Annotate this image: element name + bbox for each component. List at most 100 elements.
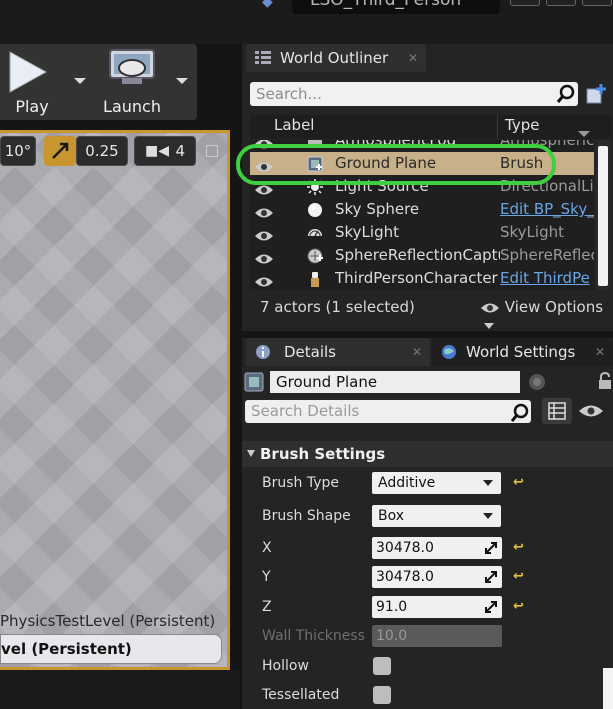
scale-snap-value[interactable]: 0.25	[76, 136, 128, 166]
search-icon[interactable]	[510, 403, 530, 423]
reset-to-default-icon[interactable]: ↩	[513, 540, 524, 555]
tessellated-checkbox[interactable]	[373, 686, 391, 704]
visibility-eye-icon[interactable]	[254, 207, 274, 219]
brush-settings-section[interactable]: Brush Settings	[242, 441, 613, 467]
tab-label: World Settings	[466, 343, 576, 361]
actor-name: SkyLight	[335, 223, 399, 241]
outliner-scroll-thumb[interactable]	[598, 146, 608, 286]
play-icon	[9, 51, 48, 93]
character-icon	[311, 272, 319, 287]
y-field[interactable]: 30478.0	[372, 566, 502, 588]
drag-handle-icon	[485, 542, 497, 554]
help-icon[interactable]	[528, 373, 546, 391]
launch-icon	[109, 49, 155, 84]
reset-to-default-icon[interactable]: ↩	[513, 569, 524, 584]
actor-type-link[interactable]: Edit BP_Sky_	[500, 198, 594, 221]
rotation-snap-value[interactable]: 10°	[0, 136, 36, 166]
hollow-label: Hollow	[262, 658, 309, 674]
brush-icon	[244, 372, 264, 392]
chevron-down-icon	[483, 513, 493, 519]
wall-thickness-label: Wall Thickness	[262, 628, 365, 644]
collapse-triangle-icon	[247, 450, 255, 457]
visibility-eye-icon[interactable]	[254, 276, 274, 288]
reset-to-default-icon[interactable]: ↩	[513, 599, 524, 614]
drag-handle-icon	[485, 601, 497, 613]
z-field[interactable]: 91.0	[372, 596, 502, 618]
tab-label: World Outliner	[280, 49, 389, 67]
current-level-indicator[interactable]: vel (Persistent)	[0, 634, 222, 664]
actor-type-link[interactable]: Edit ThirdPe	[500, 267, 594, 290]
close-icon[interactable]: ✕	[412, 338, 422, 366]
visibility-eye-icon[interactable]	[254, 184, 274, 196]
launch-dropdown-icon[interactable]	[176, 78, 188, 84]
details-scrollbar[interactable]	[603, 668, 613, 709]
view-options-label: View Options	[504, 298, 604, 316]
tessellated-label: Tessellated	[262, 687, 340, 703]
close-window-button[interactable]	[582, 0, 612, 6]
brush-shape-value: Box	[378, 508, 405, 524]
search-icon[interactable]	[556, 84, 576, 104]
view-options-button[interactable]: View Options	[480, 298, 613, 334]
x-label: X	[262, 540, 272, 556]
y-label: Y	[262, 569, 271, 585]
launch-button[interactable]: Launch	[96, 44, 168, 120]
chevron-down-icon	[484, 322, 494, 329]
details-search-input[interactable]: Search Details	[245, 400, 531, 423]
minimize-button[interactable]	[510, 0, 540, 6]
selection-highlight-annotation	[236, 144, 556, 185]
visibility-eye-icon[interactable]	[254, 230, 274, 242]
hollow-checkbox[interactable]	[373, 657, 391, 675]
play-label: Play	[15, 97, 49, 116]
outliner-row[interactable]: ThirdPersonCharacter Edit ThirdPe	[250, 267, 594, 290]
wall-thickness-field: 10.0	[372, 625, 502, 647]
level-title-tab[interactable]: LSO_Third_Person	[292, 0, 500, 14]
camera-speed-button[interactable]: ■◀ 4	[134, 136, 196, 166]
main-toolbar: Play Launch	[0, 44, 197, 120]
viewport-bottom-bar	[0, 670, 240, 709]
actor-type: SphereReflect	[500, 246, 594, 264]
app-menu-icon[interactable]: ◆	[262, 0, 273, 10]
section-title: Brush Settings	[260, 445, 386, 463]
chevron-down-icon	[483, 480, 493, 486]
outliner-row[interactable]: Sky Sphere Edit BP_Sky_	[250, 198, 594, 221]
sphere-icon	[308, 203, 322, 217]
eye-icon[interactable]	[578, 404, 604, 418]
maximize-viewport-icon[interactable]	[206, 145, 218, 157]
outliner-row[interactable]: SkyLight SkyLight	[250, 221, 594, 244]
info-icon	[256, 345, 270, 359]
window-controls	[508, 0, 613, 6]
close-icon[interactable]: ✕	[595, 338, 605, 366]
viewport-snap-controls: 10° 0.25 ■◀ 4	[0, 136, 230, 166]
outliner-column-header: Label Type	[250, 115, 612, 139]
brush-type-select[interactable]: Additive	[372, 472, 501, 494]
x-field[interactable]: 30478.0	[372, 537, 502, 559]
label-column-header[interactable]: Label	[274, 116, 314, 134]
play-button[interactable]: Play	[0, 44, 64, 120]
visibility-toggle[interactable]	[254, 272, 274, 290]
actor-name: SphereReflectionCapture	[335, 246, 500, 264]
visibility-eye-icon[interactable]	[254, 253, 274, 265]
scale-snap-toggle[interactable]	[44, 136, 76, 166]
play-dropdown-icon[interactable]	[74, 78, 86, 84]
reflection-icon	[307, 248, 323, 264]
level-viewport[interactable]	[0, 130, 230, 670]
property-matrix-icon[interactable]	[542, 398, 572, 424]
sort-icon	[578, 131, 590, 137]
outliner-row[interactable]: SphereReflectionCaptureSphereReflect	[250, 244, 594, 267]
z-value: 91.0	[376, 599, 408, 615]
actor-name-field[interactable]: Ground Plane	[270, 371, 520, 393]
add-actor-icon[interactable]	[584, 82, 608, 106]
tab-world-settings[interactable]: World Settings ✕	[432, 338, 613, 366]
x-value: 30478.0	[376, 540, 434, 556]
tab-details[interactable]: Details ✕	[246, 338, 430, 366]
brush-shape-select[interactable]: Box	[372, 505, 501, 527]
brush-type-label: Brush Type	[262, 475, 340, 491]
tab-world-outliner[interactable]: World Outliner ✕	[246, 44, 426, 72]
maximize-button[interactable]	[546, 0, 576, 6]
close-icon[interactable]: ✕	[408, 44, 418, 72]
viewport-level-name: PhysicsTestLevel (Persistent)	[0, 612, 216, 630]
lock-icon[interactable]	[597, 372, 613, 390]
reset-to-default-icon[interactable]: ↩	[513, 475, 524, 490]
outliner-search-input[interactable]: Search...	[250, 82, 578, 106]
type-column-header[interactable]: Type	[505, 116, 539, 134]
